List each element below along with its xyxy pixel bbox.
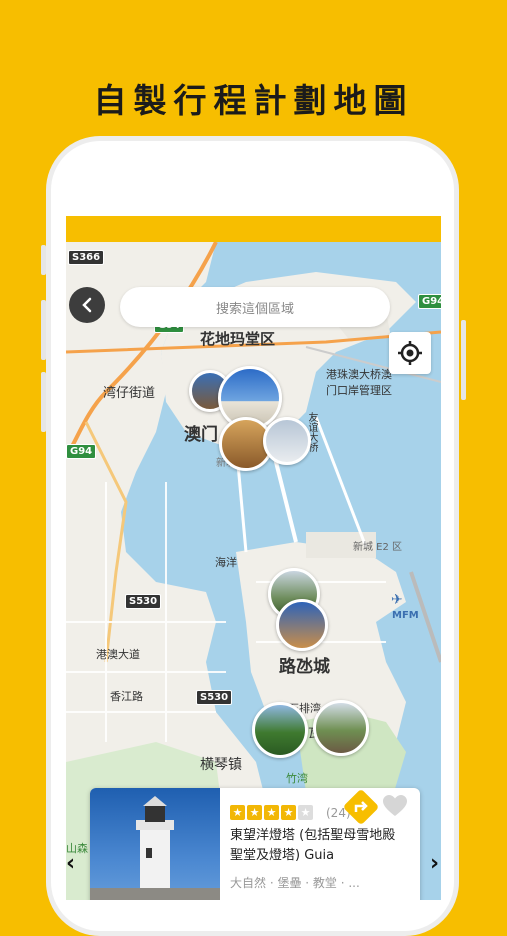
crosshair-icon <box>398 341 422 365</box>
app-screen: 花地玛堂区 湾仔街道 澳门 港珠澳大桥澳 门口岸管理区 友谊大桥 新城 A 海洋… <box>66 216 441 900</box>
search-area-button[interactable]: 搜索這個區域 <box>120 287 390 327</box>
star-icon: ★ <box>281 805 296 820</box>
attraction-title: 東望洋燈塔 (包括聖母雪地殿聖堂及燈塔) Guia <box>230 828 396 863</box>
road-sign-s366: S366 <box>68 250 105 265</box>
map-label-aomen: 澳门 <box>184 425 218 445</box>
map-label-luhuan: 路氹城 <box>279 657 330 677</box>
locate-me-button[interactable] <box>389 332 431 374</box>
chevron-left-icon <box>82 297 92 313</box>
back-button[interactable] <box>69 287 105 323</box>
directions-button[interactable] <box>342 788 380 826</box>
star-icon: ★ <box>247 805 262 820</box>
road-sign-g94: G94 <box>418 294 441 309</box>
road-sign-s530: S530 <box>125 594 162 609</box>
photo-pin[interactable] <box>276 599 328 651</box>
airport-icon: ✈ <box>391 592 403 608</box>
map-label-mfm: MFM <box>392 610 419 621</box>
status-bar <box>66 216 441 242</box>
rating-stars: ★ ★ ★ ★ ★ <box>230 805 313 820</box>
map-label-huadi: 花地玛堂区 <box>200 330 276 348</box>
map-label-xianggang: 香江路 <box>110 690 143 703</box>
photo-pin[interactable] <box>313 700 369 756</box>
heart-icon[interactable] <box>382 794 408 818</box>
phone-button <box>41 300 46 360</box>
road-sign-g94: G94 <box>66 444 97 459</box>
star-empty-icon: ★ <box>298 805 313 820</box>
phone-button <box>41 245 46 275</box>
photo-pin[interactable] <box>252 702 308 758</box>
road-sign-s530: S530 <box>196 690 233 705</box>
star-icon: ★ <box>264 805 279 820</box>
previous-card-button[interactable]: ‹ <box>66 851 75 876</box>
map-label-hengqin: 横琴镇 <box>200 757 242 773</box>
map-label-zhuwan: 竹湾 <box>286 772 308 785</box>
next-card-button[interactable]: › <box>430 851 439 876</box>
map-label-gangao: 港澳大道 <box>96 648 140 661</box>
attraction-card[interactable]: ★ ★ ★ ★ ★ (24) 東望洋燈塔 (包括聖母雪地殿聖堂及燈塔) Guia… <box>90 788 420 900</box>
attraction-tags: 大自然 · 堡壘 · 教堂 · ... <box>230 876 360 890</box>
search-area-label: 搜索這個區域 <box>215 301 294 317</box>
star-icon: ★ <box>230 805 245 820</box>
phone-button <box>461 320 466 400</box>
map-label-xincheng-e: 新城 E2 区 <box>353 542 403 553</box>
map-label-bridge1: 港珠澳大桥澳 <box>326 368 392 381</box>
attraction-photo <box>90 788 220 900</box>
photo-pin[interactable] <box>263 417 311 465</box>
map-label-haiyang: 海洋 <box>215 556 237 569</box>
lighthouse-photo <box>90 796 220 900</box>
headline: 自製行程計劃地圖 <box>93 81 414 120</box>
turn-arrow-icon <box>354 801 368 812</box>
map-label-wanzai: 湾仔街道 <box>103 386 156 401</box>
map-label-bridge2: 门口岸管理区 <box>326 384 392 397</box>
phone-button <box>41 372 46 432</box>
